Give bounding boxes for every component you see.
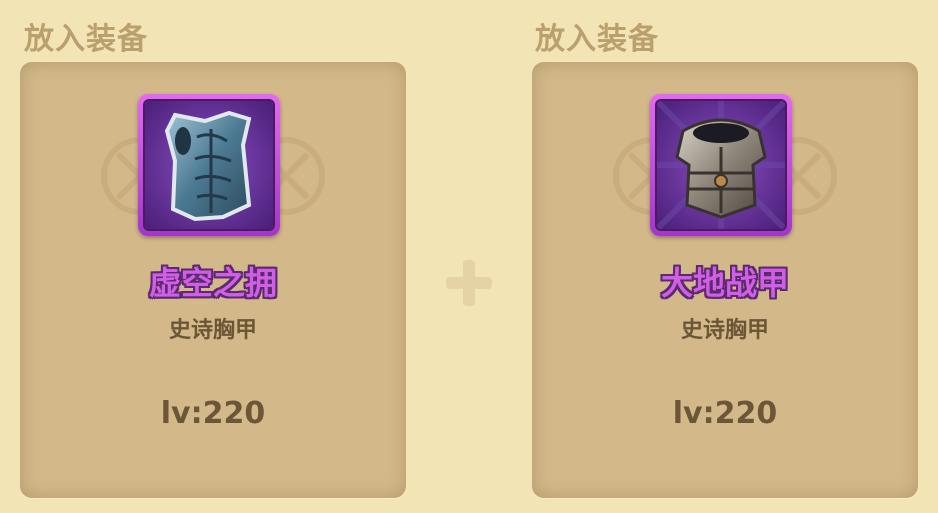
plus-icon: [444, 258, 494, 308]
item-icon-frame[interactable]: [138, 94, 280, 236]
blue-steel-chestplate-icon: [145, 101, 273, 229]
item-level: lv:220: [160, 396, 266, 431]
equipment-slot-left[interactable]: 虚空之拥 史诗胸甲 lv:220: [20, 62, 406, 498]
item-icon-frame[interactable]: [650, 94, 792, 236]
slot-title: 放入装备: [24, 22, 148, 57]
slot-title: 放入装备: [535, 22, 659, 57]
item-type: 史诗胸甲: [680, 318, 769, 343]
equipment-slot-right[interactable]: 大地战甲 史诗胸甲 lv:220: [532, 62, 918, 498]
iron-plate-armor-icon: [657, 101, 785, 229]
item-name: 大地战甲: [660, 264, 789, 302]
item-type: 史诗胸甲: [168, 318, 257, 343]
item-level: lv:220: [672, 396, 778, 431]
item-name: 虚空之拥: [148, 264, 277, 302]
